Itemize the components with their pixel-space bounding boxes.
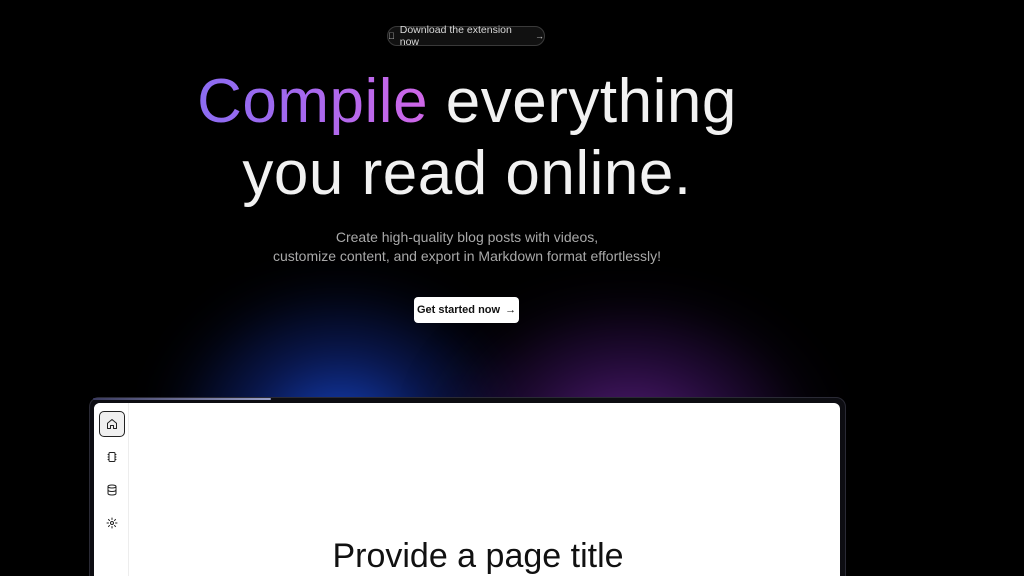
sidebar-item-home[interactable] (99, 411, 125, 437)
hero-headline: Compile everything you read online. (0, 66, 934, 210)
download-extension-label: Download the extension now (394, 24, 529, 48)
headline-line1-rest: everything (428, 67, 737, 136)
get-started-label: Get started now (416, 304, 501, 316)
database-icon (107, 484, 117, 496)
preview-progress-bar (93, 398, 271, 400)
page-title-placeholder[interactable]: Provide a page title (128, 537, 828, 576)
notebook-icon (107, 452, 117, 462)
hero-subtitle: Create high-quality blog posts with vide… (0, 228, 934, 266)
subtitle-line2: customize content, and export in Markdow… (272, 248, 662, 264)
arrow-right-icon: → (533, 31, 544, 41)
download-extension-link[interactable]:  Download the extension now → (387, 24, 545, 48)
get-started-button[interactable]: Get started now → (414, 297, 519, 323)
sidebar-item-database[interactable] (99, 477, 125, 503)
sidebar-item-notebook[interactable] (99, 444, 125, 470)
subtitle-line1: Create high-quality blog posts with vide… (335, 229, 599, 245)
app-preview: Provide a page title (94, 403, 840, 576)
landing-page:  Download the extension now → Compile e… (0, 0, 1024, 576)
gear-icon (106, 517, 118, 529)
arrow-right-icon: → (505, 304, 517, 316)
sidebar-item-settings[interactable] (99, 510, 125, 536)
home-icon (107, 419, 117, 429)
headline-line2: you read online. (242, 139, 692, 208)
headline-highlight: Compile (197, 67, 429, 136)
app-sidebar (94, 403, 129, 576)
apple-icon:  (388, 31, 395, 41)
